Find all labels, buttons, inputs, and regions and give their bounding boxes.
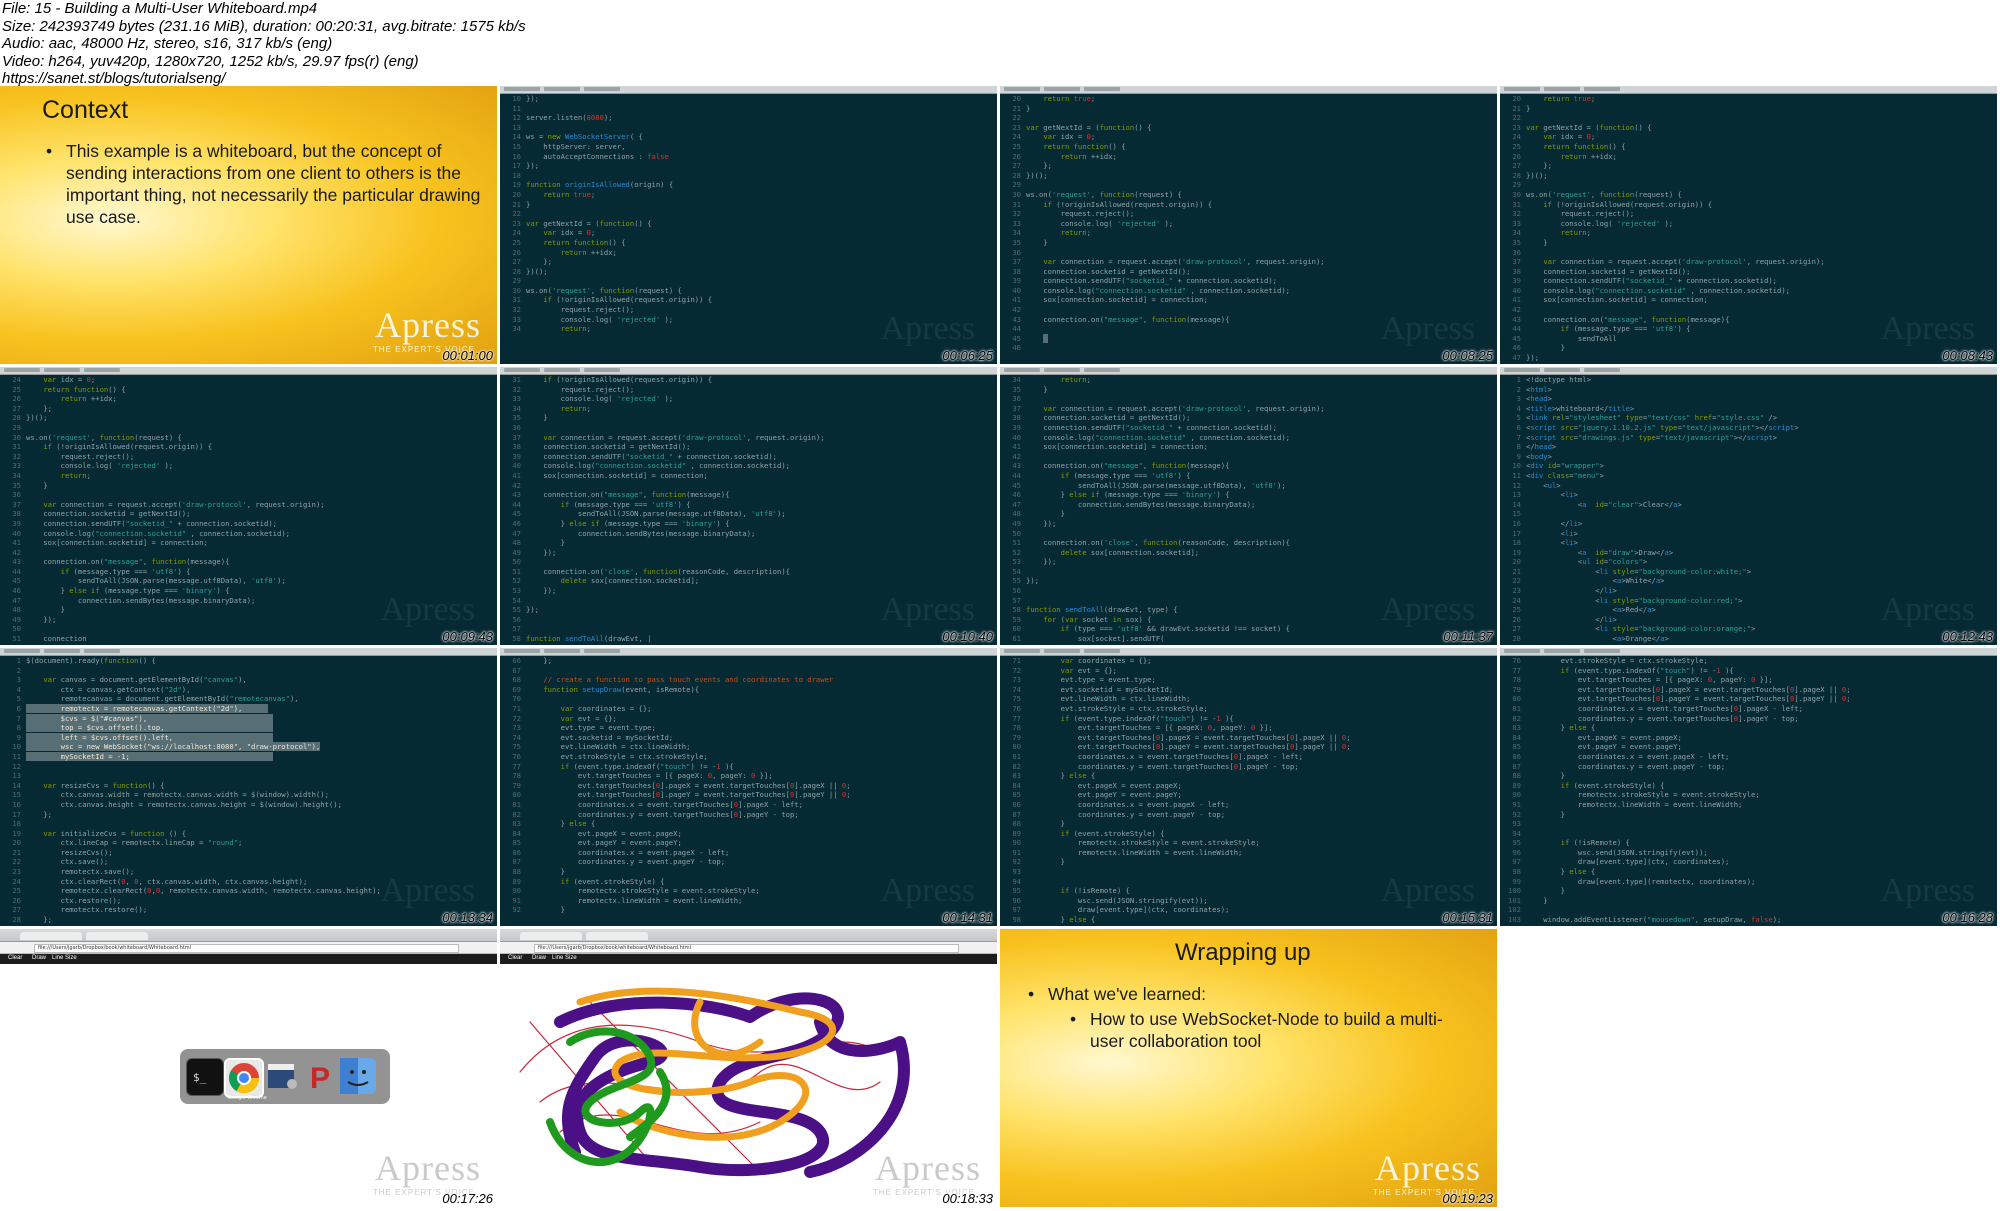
menu-draw[interactable]: Draw (532, 955, 546, 961)
frame-timestamp: 00:18:33 (942, 1191, 993, 1206)
audio-info: Audio: aac, 48000 Hz, stereo, s16, 317 k… (2, 35, 333, 52)
menu-draw[interactable]: Draw (32, 955, 46, 961)
frame-timestamp: 00:15:31 (1442, 910, 1493, 925)
slide-title: Wrapping up (1175, 939, 1311, 966)
frame-timestamp: 00:19:23 (1442, 1191, 1493, 1206)
frame-browser-empty[interactable]: file:///Users/jgarb/Dropbox/book/whitebo… (0, 929, 497, 1207)
movie-icon[interactable] (264, 1058, 300, 1094)
address-bar: file:///Users/jgarb/Dropbox/book/whitebo… (0, 942, 497, 954)
editor-tabbar (500, 86, 997, 94)
menu-line-size[interactable]: Line Size (552, 955, 577, 961)
editor-tabbar (500, 648, 997, 656)
video-info: Video: h264, yuv420p, 1280x720, 1252 kb/… (2, 52, 419, 70)
apress-watermark: Apress (1880, 872, 1975, 909)
file-name: File: 15 - Building a Multi-User Whitebo… (2, 0, 318, 17)
frame-timestamp: 00:17:26 (442, 1191, 493, 1206)
frame-code-html[interactable]: 1 <!doctype html> 2 <html> 3 <head> 4 <title… (1500, 367, 1997, 645)
code-text: 10}); 11 12 server.listen(8080); 13 14 ws … (512, 94, 713, 334)
frame-timestamp: 00:12:43 (1942, 629, 1993, 644)
frame-code-remote[interactable]: 71 var coordinates = {}; 72 var evt = {}… (1000, 648, 1497, 926)
frame-timestamp: 00:10:40 (942, 629, 993, 644)
chrome-icon[interactable] (224, 1058, 264, 1098)
presentation-icon[interactable]: P (302, 1058, 338, 1095)
apress-watermark: Apress (1880, 310, 1975, 347)
browser-tabstrip (500, 929, 997, 942)
dock-label: Google Chrome (228, 1095, 267, 1101)
frame-timestamp: 00:14:31 (942, 910, 993, 925)
apress-logo: Apress (875, 1148, 981, 1188)
apress-logo: Apress (375, 305, 481, 345)
apress-watermark: Apress (380, 591, 475, 628)
browser-tabstrip (0, 929, 497, 942)
frame-timestamp: 00:11:37 (1443, 629, 1493, 644)
frame-code-request[interactable]: 20 return true; 21} 22 23 var getNextId =… (1000, 86, 1497, 364)
frame-timestamp: 00:08:43 (1942, 348, 1993, 363)
frame-timestamp: 00:16:28 (1942, 910, 1993, 925)
editor-tabbar (0, 367, 497, 375)
thumbnail-grid: Context This example is a whiteboard, bu… (0, 86, 2000, 1211)
menu-line-size[interactable]: Line Size (52, 955, 77, 961)
whiteboard-menu: Clear Draw Line Size (0, 954, 497, 964)
editor-tabbar (500, 367, 997, 375)
slide-subbullet: How to use WebSocket-Node to build a mul… (1070, 1008, 1470, 1052)
finder-icon[interactable] (340, 1058, 376, 1094)
frame-context-slide[interactable]: Context This example is a whiteboard, bu… (0, 86, 497, 364)
frame-code-server[interactable]: 10}); 11 12 server.listen(8080); 13 14 ws … (500, 86, 997, 364)
editor-tabbar (0, 648, 497, 656)
apress-logo: Apress (375, 1148, 481, 1188)
frame-timestamp: 00:13:34 (442, 910, 493, 925)
editor-tabbar (1000, 648, 1497, 656)
frame-code-close[interactable]: 31 if (!originIsAllowed(request.origin))… (500, 367, 997, 645)
frame-code-message[interactable]: 20 return true; 21} 22 23 var getNextId =… (1500, 86, 1997, 364)
apress-watermark: Apress (1880, 591, 1975, 628)
frame-code-listener[interactable]: 76 evt.strokeStyle = ctx.strokeStyle; 77… (1500, 648, 1997, 926)
frame-browser-drawing[interactable]: file:///Users/jgarb/Dropbox/book/whitebo… (500, 929, 997, 1207)
frame-timestamp: 00:09:43 (442, 629, 493, 644)
svg-text:$_: $_ (193, 1071, 207, 1084)
apress-watermark: Apress (880, 310, 975, 347)
frame-code-setupdraw[interactable]: 66 }; 67 68 // create a function to pass… (500, 648, 997, 926)
apress-watermark: Apress (1380, 591, 1475, 628)
slide-title: Context (42, 96, 129, 124)
apress-watermark: Apress (880, 591, 975, 628)
frame-timestamp: 00:06:25 (942, 348, 993, 363)
menu-clear[interactable]: Clear (8, 955, 22, 961)
editor-tabbar (1500, 367, 1997, 375)
frame-wrapup-slide[interactable]: Wrapping up What we've learned: How to u… (1000, 929, 1497, 1207)
frame-timestamp: 00:08:25 (1442, 348, 1493, 363)
address-bar: file:///Users/jgarb/Dropbox/book/whitebo… (500, 942, 997, 954)
apress-watermark: Apress (1380, 872, 1475, 909)
source-url: https://sanet.st/blogs/tutorialseng/ (2, 70, 226, 87)
frame-code-utf8[interactable]: 24 var idx = 0; 25 return function() { 2… (0, 367, 497, 645)
terminal-icon[interactable]: $_ (186, 1058, 224, 1096)
file-size: Size: 242393749 bytes (231.16 MiB), dura… (2, 17, 526, 35)
editor-tabbar (1000, 86, 1497, 94)
frame-timestamp: 00:01:00 (442, 348, 493, 363)
slide-bullet: What we've learned: (1028, 983, 1468, 1005)
editor-tabbar (1500, 86, 1997, 94)
apress-watermark: Apress (380, 872, 475, 909)
frame-code-sendtoall[interactable]: 34 return; 35 } 36 37 var connection = r… (1000, 367, 1497, 645)
slide-bullet: This example is a whiteboard, but the co… (46, 140, 486, 228)
editor-tabbar (1500, 648, 1997, 656)
app-switcher: $_ P Google Chrome (180, 1049, 390, 1104)
editor-tabbar (1000, 367, 1497, 375)
file-info: File: 15 - Building a Multi-User Whitebo… (2, 0, 1002, 87)
frame-code-client-init[interactable]: 1 $(document).ready(function() { 2 3 var … (0, 648, 497, 926)
apress-watermark: Apress (880, 872, 975, 909)
menu-clear[interactable]: Clear (508, 955, 522, 961)
svg-text:P: P (310, 1062, 330, 1094)
apress-watermark: Apress (1380, 310, 1475, 347)
apress-logo: Apress (1375, 1148, 1481, 1188)
